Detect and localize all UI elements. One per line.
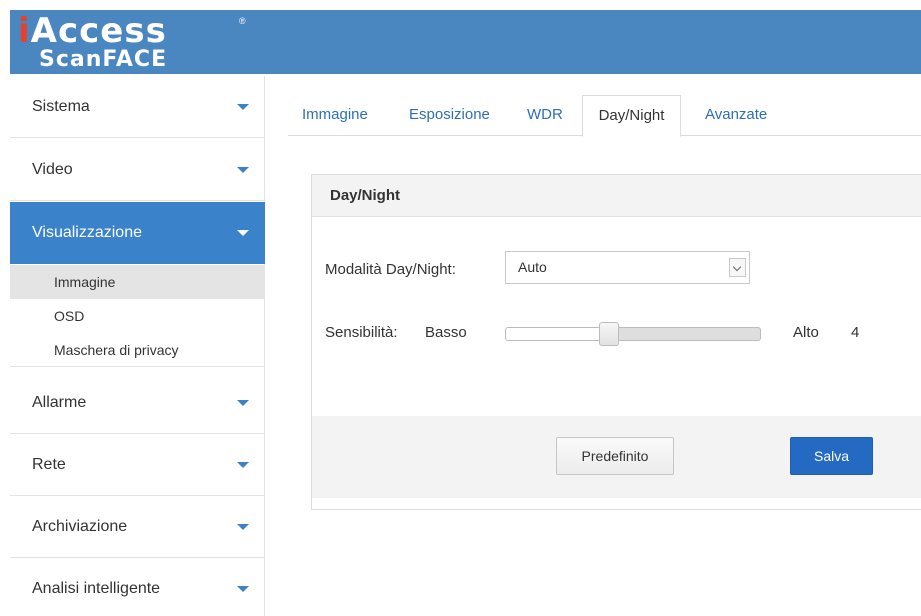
sidebar-item-video[interactable]: Video bbox=[10, 139, 265, 201]
chevron-down-icon bbox=[237, 461, 249, 468]
save-button[interactable]: Salva bbox=[790, 437, 873, 475]
logo-subtitle: ScanFACE bbox=[39, 47, 168, 72]
chevron-down-icon bbox=[237, 103, 249, 110]
sidebar-subitem-osd[interactable]: OSD bbox=[10, 299, 265, 333]
sidebar-subitem-label: OSD bbox=[54, 308, 85, 324]
sidebar-item-allarme[interactable]: Allarme bbox=[10, 372, 265, 434]
day-night-panel: Day/Night Modalità Day/Night: Auto Sensi… bbox=[311, 174, 921, 510]
chevron-down-icon bbox=[237, 230, 249, 236]
slider-handle[interactable] bbox=[599, 322, 619, 346]
sidebar-item-visualizzazione[interactable]: Visualizzazione bbox=[10, 202, 265, 264]
sidebar-item-rete[interactable]: Rete bbox=[10, 434, 265, 496]
chevron-down-icon bbox=[237, 523, 249, 530]
mode-select-value: Auto bbox=[518, 259, 547, 275]
panel-footer: Predefinito Salva bbox=[312, 416, 921, 498]
sidebar-item-label: Sistema bbox=[32, 97, 90, 115]
logo-wordmark: iAccess bbox=[18, 11, 167, 51]
tab-wdr[interactable]: WDR bbox=[527, 95, 563, 136]
slider-track[interactable] bbox=[505, 327, 761, 341]
sidebar-item-label: Analisi intelligente bbox=[32, 580, 161, 597]
tab-avanzate[interactable]: Avanzate bbox=[705, 95, 767, 136]
mode-label: Modalità Day/Night: bbox=[325, 261, 456, 278]
sidebar-nav: Sistema Video Visualizzazione Immagine O… bbox=[10, 76, 265, 616]
chevron-down-icon bbox=[237, 166, 249, 173]
sidebar-item-label: Archiviazione bbox=[32, 517, 128, 535]
header-bar: iAccess ® ScanFACE bbox=[10, 10, 921, 74]
registered-mark: ® bbox=[239, 16, 246, 26]
tab-bar: Immagine Esposizione WDR Day/Night Avanz… bbox=[288, 95, 921, 137]
sidebar-subitem-label: Immagine bbox=[54, 274, 116, 290]
chevron-down-icon bbox=[237, 399, 249, 406]
panel-title: Day/Night bbox=[330, 187, 401, 204]
sensitivity-low-label: Basso bbox=[425, 324, 467, 341]
sensitivity-slider[interactable] bbox=[505, 322, 761, 346]
chevron-down-icon bbox=[237, 586, 249, 592]
sensitivity-value: 4 bbox=[851, 324, 860, 341]
sidebar-item-sistema[interactable]: Sistema bbox=[10, 76, 265, 138]
tab-esposizione[interactable]: Esposizione bbox=[409, 95, 490, 136]
sidebar-item-analisi-intelligente[interactable]: Analisi intelligente bbox=[10, 558, 265, 616]
sidebar-subitem-immagine[interactable]: Immagine bbox=[10, 265, 265, 299]
sidebar-item-label: Visualizzazione bbox=[32, 224, 142, 241]
tab-day-night[interactable]: Day/Night bbox=[582, 95, 681, 137]
sidebar-item-label: Allarme bbox=[32, 393, 87, 411]
sidebar-subitem-maschera-privacy[interactable]: Maschera di privacy bbox=[10, 333, 265, 367]
chevron-down-icon[interactable] bbox=[729, 258, 746, 277]
sidebar-item-archiviazione[interactable]: Archiviazione bbox=[10, 496, 265, 558]
tab-immagine[interactable]: Immagine bbox=[302, 95, 368, 136]
sensitivity-high-label: Alto bbox=[793, 324, 819, 341]
panel-header: Day/Night bbox=[312, 175, 921, 217]
mode-select[interactable]: Auto bbox=[505, 251, 750, 284]
sidebar-subitem-label: Maschera di privacy bbox=[54, 341, 179, 358]
default-button[interactable]: Predefinito bbox=[556, 437, 674, 475]
sidebar-item-label: Video bbox=[32, 160, 73, 178]
slider-fill bbox=[506, 328, 610, 340]
sidebar-item-label: Rete bbox=[32, 455, 66, 473]
sensitivity-label: Sensibilità: bbox=[325, 324, 398, 341]
iaccess-scanface-logo: iAccess ® ScanFACE bbox=[10, 10, 265, 74]
